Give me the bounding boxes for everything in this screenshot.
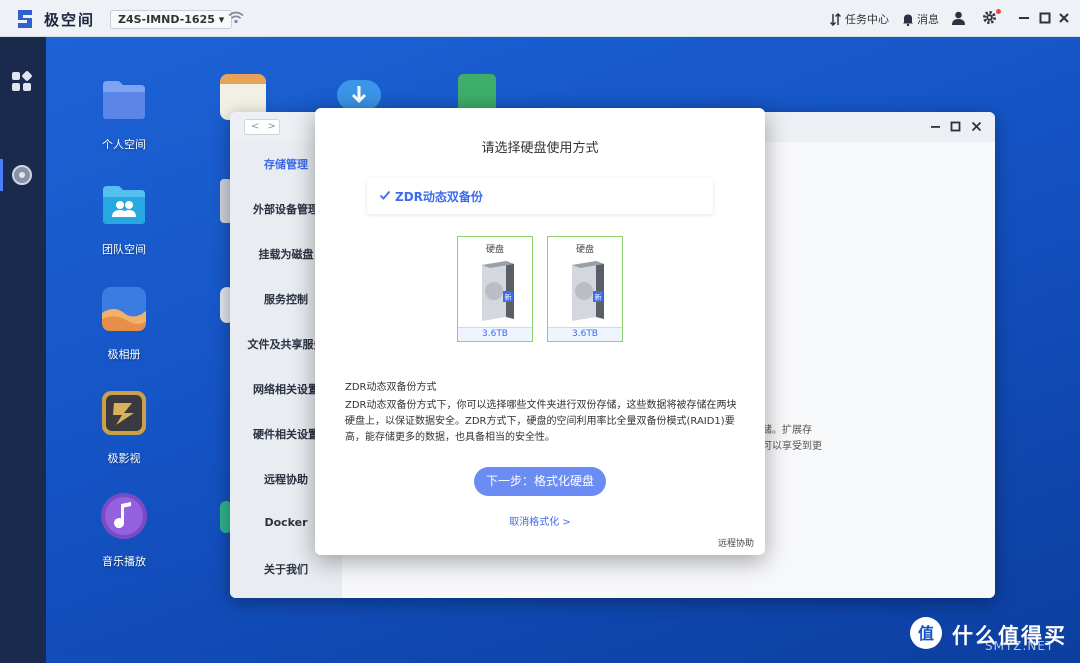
- description-title: ZDR动态双备份方式: [345, 382, 437, 393]
- hard-drive-icon: 新: [482, 261, 514, 321]
- desktop-icon-label: 极影视: [107, 452, 141, 465]
- mode-option-zdr[interactable]: ZDR动态双备份: [367, 178, 713, 214]
- disk-card-2: 硬盘 新 3.6TB: [547, 236, 623, 342]
- content-text: 储。扩展存: [762, 425, 812, 436]
- desktop-icon-label: 团队空间: [102, 243, 146, 256]
- photos-icon: [102, 287, 146, 331]
- close-icon[interactable]: [971, 121, 982, 132]
- next-format-disk-button[interactable]: 下一步：格式化硬盘: [474, 467, 606, 496]
- wifi-icon: [228, 11, 244, 24]
- app-grid-icon[interactable]: [11, 71, 33, 93]
- maximize-icon[interactable]: [950, 121, 961, 132]
- watermark-sub: SMYZ.NET: [985, 639, 1055, 653]
- brand-name: 极空间: [44, 11, 96, 29]
- messages-button[interactable]: 消息: [902, 11, 939, 27]
- download-icon: [351, 86, 367, 104]
- disk-mode-dialog: 请选择硬盘使用方式 ZDR动态双备份 硬盘 新 3.6TB 硬盘 新 3.6TB: [315, 108, 765, 555]
- gear-icon[interactable]: [982, 10, 997, 25]
- disk-label: 硬盘: [485, 245, 504, 255]
- close-icon[interactable]: [1058, 12, 1070, 24]
- desktop-icon-music[interactable]: 音乐播放: [84, 492, 164, 569]
- hard-drive-icon: 新: [572, 261, 604, 321]
- mode-option-label: ZDR动态双备份: [395, 190, 483, 204]
- checkmark-icon: [379, 190, 391, 200]
- desktop-icon-personal-space[interactable]: 个人空间: [84, 75, 164, 152]
- task-center-label: 任务中心: [845, 13, 889, 26]
- desktop-icon-team-space[interactable]: 团队空间: [84, 180, 164, 257]
- user-icon[interactable]: [951, 11, 966, 25]
- desktop-icon-label: 个人空间: [102, 138, 146, 151]
- download-app-icon[interactable]: [337, 80, 381, 110]
- notification-dot: [996, 9, 1001, 14]
- disk-label: 硬盘: [575, 245, 594, 255]
- maximize-icon[interactable]: [1039, 12, 1051, 24]
- remote-assist-link[interactable]: 远程协助: [718, 536, 754, 549]
- task-center-icon: [829, 12, 842, 26]
- new-badge: 新: [505, 293, 512, 302]
- new-badge: 新: [595, 293, 602, 302]
- bell-icon: [903, 14, 913, 26]
- sidebar-item-about[interactable]: 关于我们: [230, 561, 342, 577]
- nav-arrows[interactable]: <>: [244, 119, 280, 135]
- storage-manager-icon[interactable]: [12, 165, 32, 185]
- dialog-title: 请选择硬盘使用方式: [481, 141, 599, 156]
- disk-card-1: 硬盘 新 3.6TB: [457, 236, 533, 342]
- description-body: ZDR动态双备份方式下，你可以选择哪些文件夹进行双份存储，这些数据将被存储在两块…: [345, 400, 737, 443]
- music-icon: [101, 493, 147, 539]
- team-folder-icon: [103, 186, 145, 224]
- task-center-button[interactable]: 任务中心: [829, 11, 889, 27]
- desktop-icon-photos[interactable]: 极相册: [84, 285, 164, 362]
- app-logo-icon: [18, 10, 32, 28]
- cancel-format-link[interactable]: 取消格式化 >: [315, 513, 765, 528]
- disk-capacity: 3.6TB: [548, 327, 622, 341]
- messages-label: 消息: [917, 13, 939, 26]
- device-selector[interactable]: Z4S-IMND-1625 ▾: [110, 10, 233, 29]
- content-text: 可以享受到更: [762, 441, 822, 452]
- svg-text:值: 值: [918, 624, 934, 643]
- desktop-icon-video[interactable]: 极影视: [84, 389, 164, 466]
- watermark-logo-icon: 值: [910, 617, 942, 649]
- video-icon: [102, 391, 146, 435]
- disk-capacity: 3.6TB: [458, 327, 532, 341]
- top-bar: 极空间 Z4S-IMND-1625 ▾ 任务中心 消息: [0, 0, 1080, 37]
- desktop-icon-label: 音乐播放: [102, 555, 146, 568]
- minimize-icon[interactable]: [1018, 12, 1030, 24]
- minimize-icon[interactable]: [930, 121, 941, 132]
- left-dock: [0, 37, 46, 663]
- folder-icon: [103, 81, 145, 119]
- desktop-icon-label: 极相册: [107, 348, 141, 361]
- dock-active-indicator: [0, 159, 3, 191]
